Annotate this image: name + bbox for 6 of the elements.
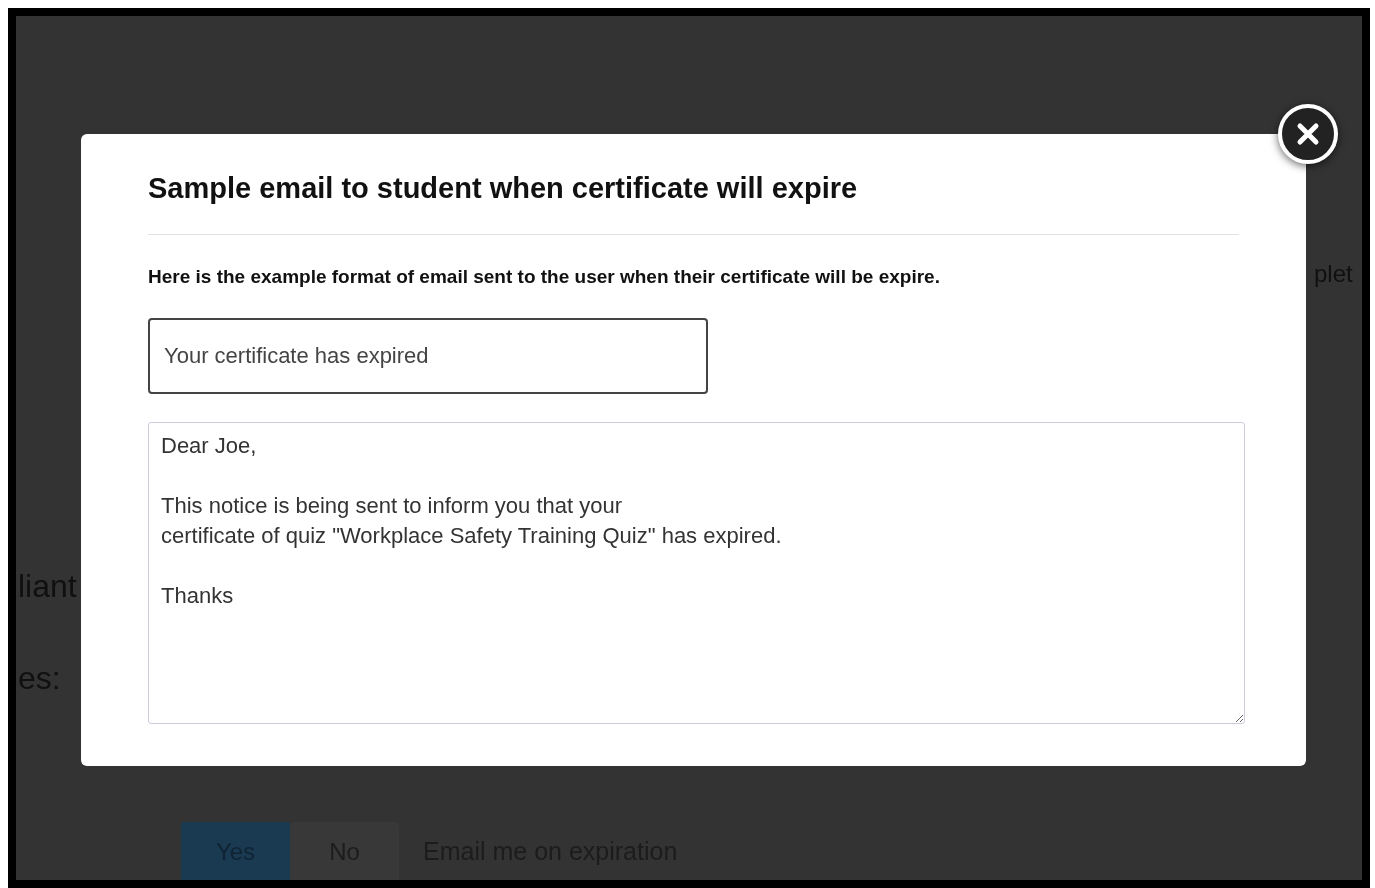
subject-field[interactable]: Your certificate has expired bbox=[148, 317, 708, 394]
email-body-field[interactable]: Dear Joe, This notice is being sent to inform you that your certificate of quiz "Workplace Safety Training Quiz" has expired. Thanks bbox=[148, 421, 1245, 724]
modal-title: Sample email to student when certificate will expire bbox=[148, 171, 859, 206]
close-button[interactable] bbox=[1278, 104, 1338, 164]
close-icon bbox=[1296, 122, 1320, 146]
intro-text: Here is the example format of email sent to the user when their certificate will be expire. bbox=[148, 265, 941, 289]
